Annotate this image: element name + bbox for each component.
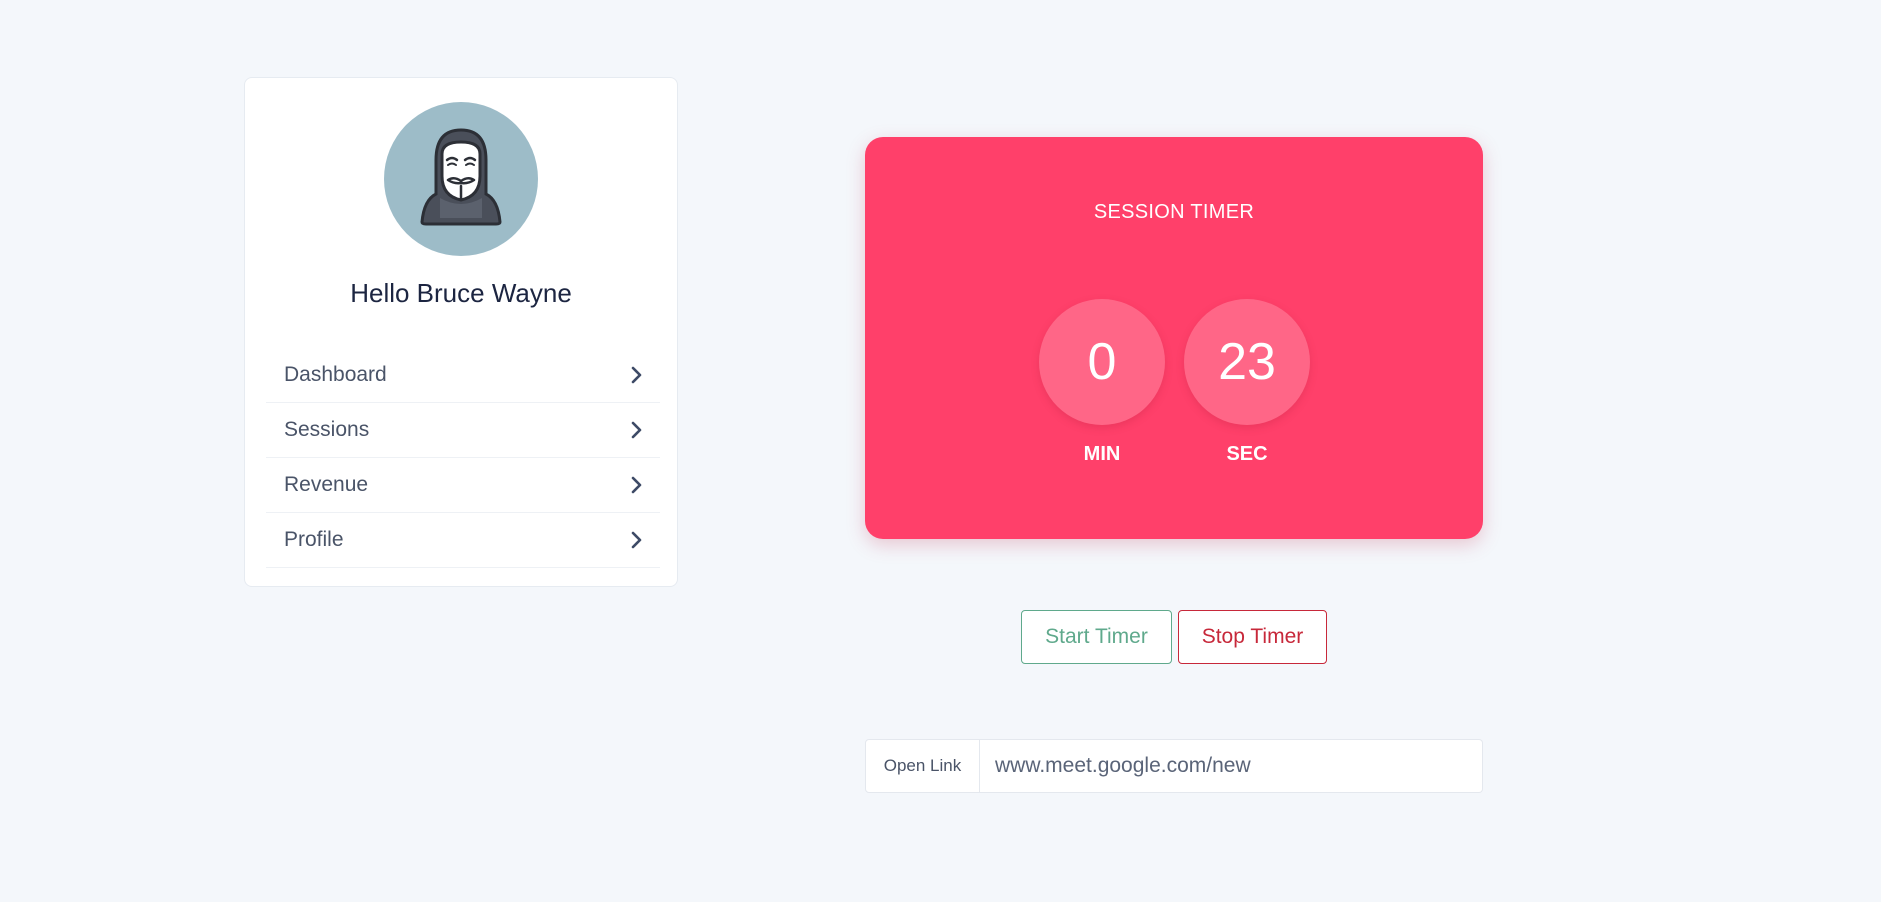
avatar bbox=[384, 102, 538, 256]
profile-card: Hello Bruce Wayne Dashboard Sessions Rev… bbox=[244, 77, 678, 587]
sidebar-item-label: Dashboard bbox=[284, 363, 387, 386]
start-timer-button[interactable]: Start Timer bbox=[1021, 610, 1172, 664]
chevron-right-icon bbox=[631, 531, 642, 549]
minutes-display: 0 bbox=[1039, 299, 1165, 425]
chevron-right-icon bbox=[631, 476, 642, 494]
chevron-right-icon bbox=[631, 421, 642, 439]
sidebar-menu: Dashboard Sessions Revenue Profile bbox=[266, 348, 660, 568]
session-timer-page: Hello Bruce Wayne Dashboard Sessions Rev… bbox=[0, 0, 1881, 902]
sidebar-item-sessions[interactable]: Sessions bbox=[266, 403, 660, 458]
sidebar-item-dashboard[interactable]: Dashboard bbox=[266, 348, 660, 403]
open-link-button[interactable]: Open Link bbox=[865, 739, 980, 793]
open-link-group: Open Link bbox=[865, 739, 1483, 793]
chevron-right-icon bbox=[631, 366, 642, 384]
anonymous-mask-avatar-icon bbox=[420, 128, 502, 226]
greeting-text: Hello Bruce Wayne bbox=[350, 278, 572, 308]
sidebar-item-revenue[interactable]: Revenue bbox=[266, 458, 660, 513]
sidebar-item-label: Revenue bbox=[284, 473, 369, 496]
sidebar-item-label: Profile bbox=[284, 528, 344, 551]
minutes-label: MIN bbox=[1083, 443, 1121, 465]
session-timer-card: SESSION TIMER 0 MIN 23 SEC bbox=[865, 137, 1483, 539]
seconds-label: SEC bbox=[1226, 443, 1268, 465]
timer-title: SESSION TIMER bbox=[1093, 201, 1255, 223]
sidebar-item-label: Sessions bbox=[284, 418, 370, 441]
seconds-unit: 23 SEC bbox=[1184, 299, 1310, 466]
seconds-display: 23 bbox=[1184, 299, 1310, 425]
link-input[interactable] bbox=[980, 739, 1483, 793]
sidebar-item-profile[interactable]: Profile bbox=[266, 513, 660, 568]
stop-timer-button[interactable]: Stop Timer bbox=[1178, 610, 1327, 664]
minutes-unit: 0 MIN bbox=[1039, 299, 1165, 466]
